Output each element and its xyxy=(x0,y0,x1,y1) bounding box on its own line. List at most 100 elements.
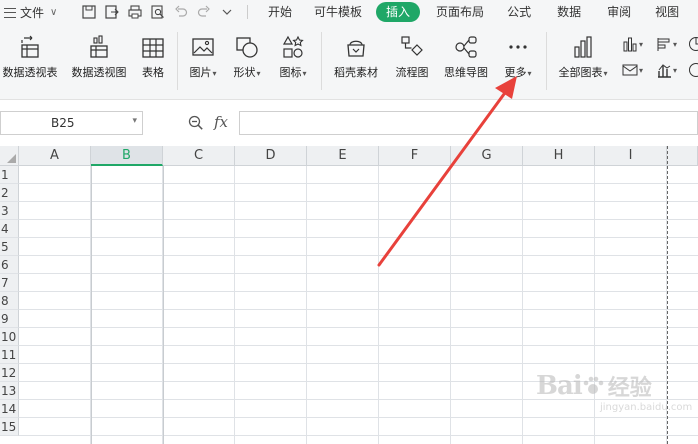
pivot-table-button[interactable]: 数据透视表 xyxy=(0,34,60,80)
zoom-icon[interactable] xyxy=(188,115,204,134)
flowchart-icon xyxy=(399,34,425,60)
quick-access-toolbar xyxy=(80,3,254,21)
row-header[interactable]: 8 xyxy=(0,292,19,310)
watermark-url: jingyan.baidu.com xyxy=(600,402,693,413)
all-charts-button[interactable]: 全部图表▾ xyxy=(554,34,612,80)
watermark-brand-suffix: 经验 xyxy=(607,376,652,401)
menu-icon xyxy=(4,7,16,18)
row-header[interactable]: 9 xyxy=(0,310,19,328)
tab-home[interactable]: 开始 xyxy=(268,2,292,22)
column-header-e[interactable]: E xyxy=(307,146,379,166)
dropdown-arrow-icon: ▾ xyxy=(302,69,307,78)
column-header-g[interactable]: G xyxy=(451,146,523,166)
pie-chart-button[interactable] xyxy=(688,36,698,52)
row-header[interactable]: 2 xyxy=(0,184,19,202)
row-header[interactable]: 13 xyxy=(0,382,19,400)
pivot-chart-label: 数据透视图 xyxy=(71,66,127,79)
picture-icon xyxy=(190,34,216,60)
row-header[interactable]: 7 xyxy=(0,274,19,292)
dropdown-arrow-icon: ▾ xyxy=(673,39,678,49)
select-all-corner[interactable] xyxy=(0,146,19,166)
file-menu-label: 文件 xyxy=(20,6,45,20)
fx-button[interactable]: fx xyxy=(214,113,228,131)
row-header[interactable]: 4 xyxy=(0,220,19,238)
dropdown-arrow-icon: ▾ xyxy=(212,69,217,78)
pivot-chart-button[interactable]: 数据透视图 xyxy=(68,34,130,80)
print-preview-icon[interactable] xyxy=(149,3,167,21)
undo-icon[interactable] xyxy=(172,3,190,21)
line-chart-button[interactable]: ▾ xyxy=(622,62,643,78)
column-header-a[interactable]: A xyxy=(19,146,91,166)
pivot-table-icon xyxy=(17,34,43,60)
name-box[interactable]: B25 ▾ xyxy=(0,111,143,135)
ribbon-tabs: 开始 可牛模板 插入 页面布局 公式 数据 审阅 视图 xyxy=(262,1,679,23)
tab-data[interactable]: 数据 xyxy=(557,2,581,22)
formula-input[interactable] xyxy=(239,111,698,135)
column-chart-icon xyxy=(623,37,637,52)
dropdown-arrow-icon: ▾ xyxy=(256,69,261,78)
column-header-c[interactable]: C xyxy=(163,146,235,166)
tab-review[interactable]: 审阅 xyxy=(607,2,631,22)
customize-icon[interactable] xyxy=(218,3,236,21)
tab-view[interactable]: 视图 xyxy=(655,2,679,22)
table-label: 表格 xyxy=(142,66,164,79)
table-button[interactable]: 表格 xyxy=(137,34,169,80)
column-header-d[interactable]: D xyxy=(235,146,307,166)
envelope-chart-icon xyxy=(622,64,638,76)
row-header[interactable]: 6 xyxy=(0,256,19,274)
redo-icon[interactable] xyxy=(195,3,213,21)
bar-chart-button[interactable]: ▾ xyxy=(656,36,677,52)
dropdown-arrow-icon: ▾ xyxy=(603,69,608,78)
tab-formulas[interactable]: 公式 xyxy=(507,2,531,22)
picture-button[interactable]: 图片▾ xyxy=(184,34,222,80)
row-header[interactable]: 15 xyxy=(0,418,19,436)
formula-bar: B25 ▾ fx xyxy=(0,100,698,146)
paw-logo-icon xyxy=(583,376,604,394)
toolbar-divider xyxy=(247,5,248,19)
row-header[interactable]: 1 xyxy=(0,166,19,184)
material-button[interactable]: 稻壳素材 xyxy=(330,34,382,80)
selected-column-highlight xyxy=(91,166,164,444)
tab-templates[interactable]: 可牛模板 xyxy=(314,2,362,22)
icons-button[interactable]: 图标▾ xyxy=(274,34,312,80)
radar-chart-button[interactable] xyxy=(688,62,698,78)
flowchart-button[interactable]: 流程图 xyxy=(390,34,434,80)
tab-page-layout[interactable]: 页面布局 xyxy=(436,2,484,22)
column-chart-button[interactable]: ▾ xyxy=(622,36,643,52)
stat-chart-button[interactable]: ▾ xyxy=(656,62,677,78)
export-icon[interactable] xyxy=(103,3,121,21)
column-header-h[interactable]: H xyxy=(523,146,595,166)
name-box-value: B25 xyxy=(51,116,75,130)
chevron-down-icon[interactable]: ▾ xyxy=(132,116,137,126)
page-break-line xyxy=(667,146,668,444)
file-menu[interactable]: 文件 ∨ xyxy=(4,4,57,21)
row-header[interactable]: 14 xyxy=(0,400,19,418)
row-header[interactable]: 5 xyxy=(0,238,19,256)
save-icon[interactable] xyxy=(80,3,98,21)
flowchart-label: 流程图 xyxy=(395,66,429,79)
more-label: 更多 xyxy=(504,66,527,79)
horizontal-bar-icon xyxy=(657,38,670,51)
tab-insert[interactable]: 插入 xyxy=(376,2,421,22)
pivot-chart-icon xyxy=(86,34,112,60)
dropdown-arrow-icon: ▾ xyxy=(639,65,644,75)
column-header-f[interactable]: F xyxy=(379,146,451,166)
material-label: 稻壳素材 xyxy=(334,66,378,79)
column-header-partial[interactable] xyxy=(667,146,698,166)
column-header-b[interactable]: B xyxy=(91,146,163,166)
icon-library-icon xyxy=(280,34,306,60)
shapes-button[interactable]: 形状▾ xyxy=(228,34,266,80)
more-dots-icon xyxy=(505,34,531,60)
ribbon-divider xyxy=(177,32,178,90)
row-header[interactable]: 12 xyxy=(0,364,19,382)
print-icon[interactable] xyxy=(126,3,144,21)
mindmap-button[interactable]: 思维导图 xyxy=(440,34,492,80)
more-button[interactable]: 更多▾ xyxy=(498,34,538,80)
dropdown-arrow-icon: ▾ xyxy=(673,65,678,75)
row-header[interactable]: 10 xyxy=(0,328,19,346)
column-header-i[interactable]: I xyxy=(595,146,667,166)
shapes-label: 形状 xyxy=(233,66,256,79)
row-header[interactable]: 3 xyxy=(0,202,19,220)
all-charts-label: 全部图表 xyxy=(558,66,603,79)
row-header[interactable]: 11 xyxy=(0,346,19,364)
